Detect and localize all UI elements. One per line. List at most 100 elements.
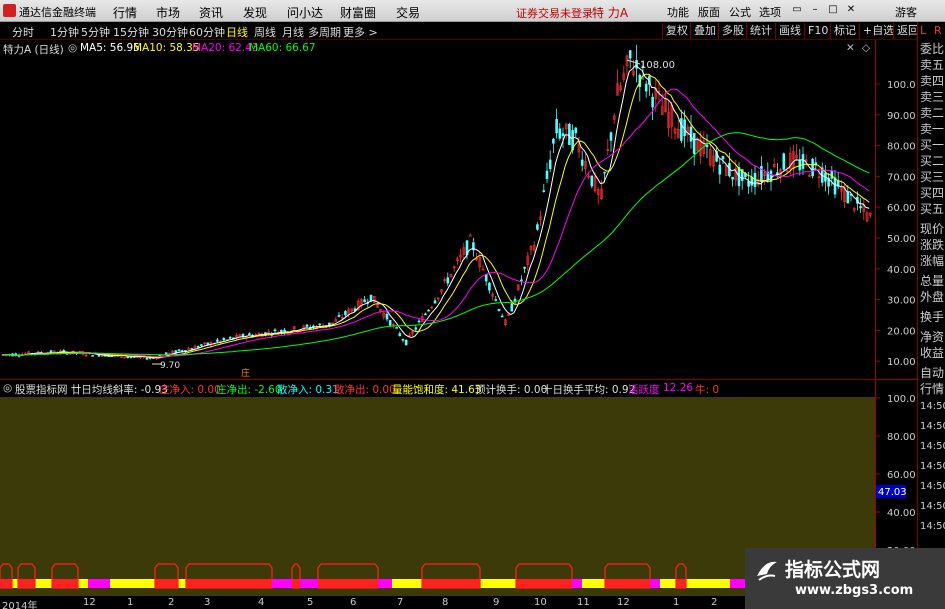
menu-layout[interactable]: 版面 bbox=[698, 4, 720, 20]
quote-label: 委比 bbox=[920, 42, 945, 56]
est-turnover-label: 预计换手: 0.00 bbox=[475, 384, 548, 396]
period-5min[interactable]: 5分钟 bbox=[81, 24, 110, 40]
indicator-settings-icon[interactable]: ◎ bbox=[3, 382, 12, 394]
price-tick-label: 70.00 bbox=[887, 172, 916, 183]
price-tick-label: 40.00 bbox=[887, 265, 916, 276]
period-30min[interactable]: 30分钟 bbox=[152, 24, 188, 40]
menu-market-quotes[interactable]: 行情 bbox=[113, 4, 137, 21]
tick-time: 14:50 bbox=[920, 421, 945, 432]
price-tick-label: 20.00 bbox=[887, 326, 916, 337]
menu-trade[interactable]: 交易 bbox=[396, 4, 420, 21]
period-multi[interactable]: 多周期 bbox=[308, 24, 341, 40]
current-stock-name: 特 力A bbox=[592, 6, 629, 20]
period-monthly[interactable]: 月线 bbox=[282, 24, 304, 40]
overlay-button[interactable]: 叠加 bbox=[690, 23, 719, 39]
settings-icon[interactable]: ◎ bbox=[68, 42, 77, 54]
tick-time: 14:50 bbox=[920, 401, 945, 412]
right-nav[interactable]: R bbox=[934, 24, 942, 38]
period-tick[interactable]: 分时 bbox=[12, 24, 34, 40]
indicator-magenta-bar bbox=[88, 579, 110, 588]
price-tick-label: 10.00 bbox=[887, 357, 916, 368]
candle-body bbox=[680, 118, 683, 141]
quote-label: 卖一 bbox=[920, 122, 945, 136]
kline-chart[interactable]: 100.0 90.00 80.00 70.00 60.00 50.00 40.00 30.00… bbox=[0, 40, 917, 596]
tick-time: 14:50 bbox=[920, 441, 945, 452]
candle-body bbox=[801, 154, 805, 169]
add-watchlist-button[interactable]: +自选 bbox=[859, 23, 897, 39]
indicator-signal-bar bbox=[605, 579, 650, 588]
auto-quote-tab[interactable]: 自动 bbox=[920, 366, 944, 380]
ma10-label: MA10: 58.35 bbox=[133, 42, 200, 54]
svg-text:9.70: 9.70 bbox=[160, 361, 180, 371]
login-warning[interactable]: 证券交易未登录 bbox=[516, 5, 593, 21]
quote-label: 卖二 bbox=[920, 106, 945, 120]
candle-body bbox=[603, 171, 606, 174]
close-icon[interactable]: ✕ bbox=[844, 3, 858, 17]
candle-body bbox=[833, 177, 837, 195]
svg-text:47.03: 47.03 bbox=[878, 487, 907, 498]
draw-line-button[interactable]: 画线 bbox=[775, 23, 804, 39]
x-tick: 11 bbox=[577, 597, 590, 608]
quote-label: 外盘 bbox=[920, 290, 945, 304]
candle-body bbox=[689, 126, 693, 142]
menu-functions[interactable]: 功能 bbox=[667, 4, 689, 20]
quote-label: 总量 bbox=[920, 274, 945, 288]
menu-market[interactable]: 市场 bbox=[156, 4, 180, 21]
candle-body bbox=[552, 138, 555, 144]
candle-body bbox=[446, 277, 450, 284]
candle-body bbox=[846, 191, 850, 204]
minimize-icon[interactable]: – bbox=[808, 3, 822, 17]
indicator-panel-bg bbox=[0, 397, 875, 596]
candle-body bbox=[718, 164, 722, 175]
candle-body bbox=[497, 309, 501, 312]
period-1min[interactable]: 1分钟 bbox=[50, 24, 79, 40]
price-tick-label: 60.00 bbox=[887, 203, 916, 214]
period-15min[interactable]: 15分钟 bbox=[113, 24, 149, 40]
saturation-label: 量能饱和度: 41.63 bbox=[392, 384, 482, 396]
candle-body bbox=[520, 279, 523, 282]
indicator-signal-bar bbox=[292, 579, 300, 588]
menu-news[interactable]: 资讯 bbox=[199, 4, 223, 21]
menu-bar: 通达信金融终端 行情 市场 资讯 发现 问小达 财富圈 交易 证券交易未登录 特… bbox=[0, 0, 945, 22]
candle-body bbox=[424, 313, 427, 316]
multi-stock-button[interactable]: 多股 bbox=[718, 23, 747, 39]
period-daily[interactable]: 日线 bbox=[226, 24, 248, 40]
indicator-magenta-bar bbox=[730, 579, 745, 588]
adjust-button[interactable]: 复权 bbox=[662, 23, 691, 39]
x-tick: 1 bbox=[673, 597, 680, 608]
period-more[interactable]: 更多 > bbox=[343, 24, 378, 40]
candle-body bbox=[177, 349, 181, 352]
ma5-label: MA5: 56.95 bbox=[80, 42, 140, 54]
menu-options[interactable]: 选项 bbox=[759, 4, 781, 20]
candle-body bbox=[216, 339, 219, 342]
chart-settings-icon[interactable]: ✕ bbox=[846, 42, 855, 54]
chart-expand-icon[interactable]: ◇ bbox=[862, 42, 870, 54]
left-nav[interactable]: L bbox=[920, 24, 926, 38]
svg-text:庄: 庄 bbox=[241, 367, 250, 379]
f10-button[interactable]: F10 bbox=[804, 23, 831, 39]
menu-ask[interactable]: 问小达 bbox=[287, 4, 323, 21]
user-guest[interactable]: 游客 bbox=[895, 4, 917, 20]
indicator-signal-bar bbox=[422, 579, 480, 588]
candle-body bbox=[417, 320, 421, 323]
quote-label: 买五 bbox=[920, 202, 945, 216]
candle-body bbox=[222, 337, 226, 341]
menu-discover[interactable]: 发现 bbox=[243, 4, 267, 21]
menu-formula[interactable]: 公式 bbox=[729, 4, 751, 20]
watermark-logo-icon bbox=[757, 561, 777, 581]
quote-label: 卖四 bbox=[920, 74, 945, 88]
indicator-magenta-bar bbox=[272, 579, 292, 588]
tick-time: 14:50 bbox=[920, 481, 945, 492]
menu-wealth[interactable]: 财富圈 bbox=[340, 4, 376, 21]
mark-button[interactable]: 标记 bbox=[830, 23, 859, 39]
stats-button[interactable]: 统计 bbox=[746, 23, 775, 39]
auto-quote-tab[interactable]: 行情 bbox=[920, 382, 944, 396]
x-tick: 2 bbox=[168, 597, 175, 608]
candle-body bbox=[404, 339, 408, 346]
current-value-tag: 47.03 bbox=[876, 485, 907, 498]
maximize-icon[interactable]: □ bbox=[826, 3, 840, 17]
period-weekly[interactable]: 周线 bbox=[254, 24, 276, 40]
period-60min[interactable]: 60分钟 bbox=[189, 24, 225, 40]
candle-body bbox=[705, 144, 709, 148]
window-menu-icon[interactable]: ▭ bbox=[790, 3, 804, 17]
